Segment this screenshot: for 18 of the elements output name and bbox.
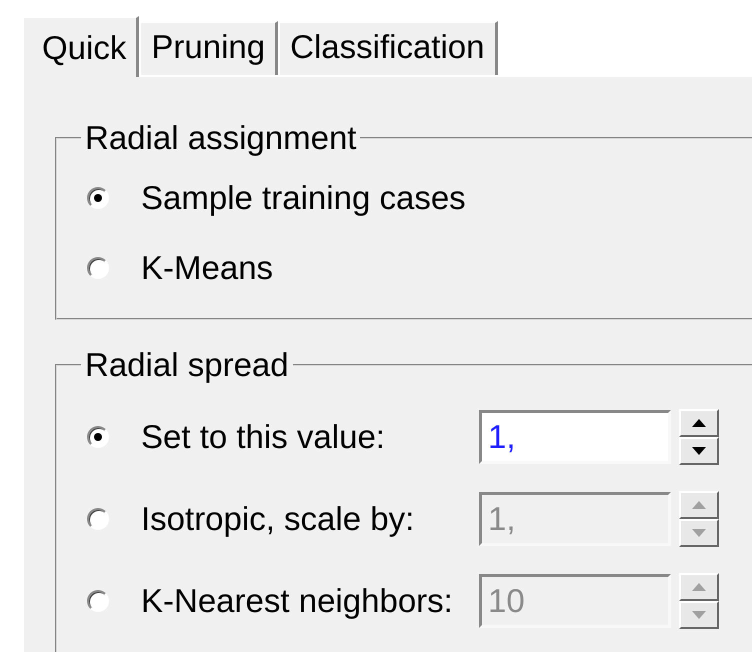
group-title: Radial assignment <box>84 119 358 157</box>
number-field[interactable]: 1, <box>479 410 671 464</box>
group-title: Radial spread <box>84 346 290 384</box>
radio-button[interactable] <box>87 426 109 448</box>
option-label: Sample training cases <box>141 179 466 217</box>
radio-button[interactable] <box>87 508 109 530</box>
radio-button[interactable] <box>87 257 109 279</box>
tab[interactable]: Quick <box>22 16 140 77</box>
tab[interactable]: Classification <box>278 21 498 75</box>
option-label: K-Means <box>141 249 274 287</box>
option-label: Isotropic, scale by: <box>141 500 416 538</box>
spin-up-button[interactable] <box>679 409 719 437</box>
option-label: Set to this value: <box>141 418 386 456</box>
radio-button[interactable] <box>87 187 109 209</box>
spin-down-button[interactable] <box>679 437 719 465</box>
tab[interactable]: Pruning <box>139 21 278 75</box>
option-label: K-Nearest neighbors: <box>141 582 454 620</box>
radio-button[interactable] <box>87 590 109 612</box>
